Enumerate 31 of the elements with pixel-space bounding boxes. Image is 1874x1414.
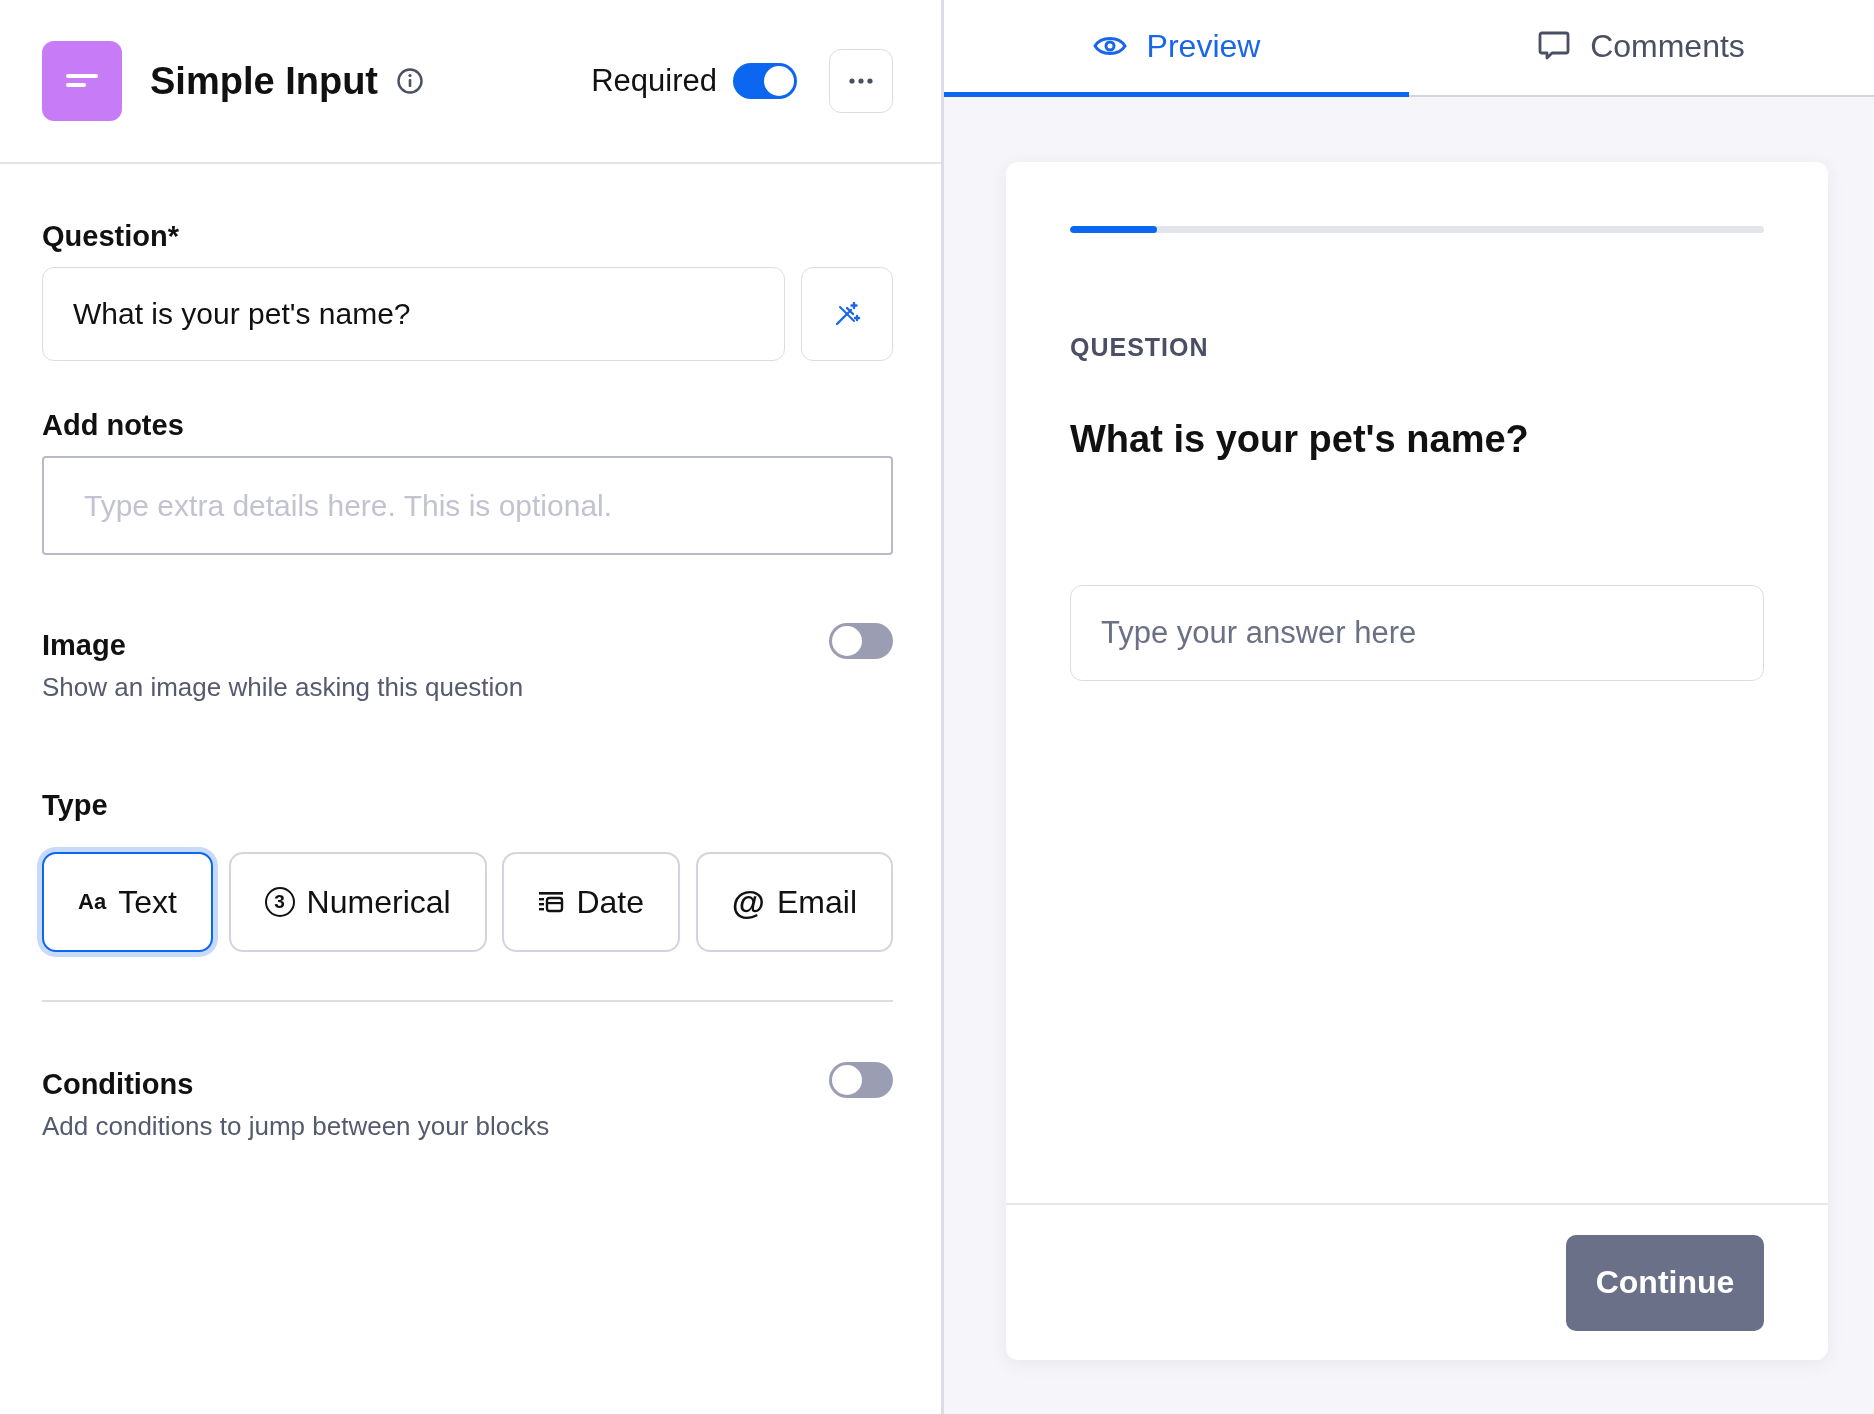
- answer-field[interactable]: Type your answer here: [1070, 585, 1764, 681]
- continue-button[interactable]: Continue: [1566, 1234, 1764, 1331]
- tab[interactable]: Comments: [1409, 0, 1874, 97]
- comment-icon: [1538, 31, 1571, 61]
- type-label: Type: [42, 789, 109, 822]
- conditions-toggle[interactable]: [829, 1062, 893, 1098]
- conditions-label: Conditions: [42, 1068, 195, 1101]
- block-type-icon: [42, 41, 122, 121]
- info-icon[interactable]: [396, 67, 424, 95]
- notes-field[interactable]: Type extra details here. This is optional.: [42, 456, 893, 555]
- type-option[interactable]: 3 Numerical: [228, 852, 487, 952]
- image-label: Image: [42, 629, 127, 662]
- required-toggle[interactable]: [733, 63, 797, 99]
- eye-icon: [1092, 34, 1127, 58]
- image-description: Show an image while asking this question: [42, 672, 524, 703]
- magic-wand-button[interactable]: [801, 267, 893, 361]
- type-option[interactable]: Date: [502, 852, 681, 952]
- question-eyebrow: QUESTION: [1070, 333, 1210, 362]
- block-title: Simple Input: [150, 59, 378, 103]
- tab[interactable]: Preview: [944, 0, 1409, 97]
- preview-question: What is your pet's name?: [1070, 418, 1530, 461]
- notes-label: Add notes: [42, 409, 185, 442]
- question-label: Question*: [42, 220, 180, 253]
- required-label: Required: [591, 63, 717, 99]
- conditions-description: Add conditions to jump between your blocks: [42, 1111, 550, 1142]
- calendar-list-icon: [538, 890, 565, 914]
- more-button[interactable]: [829, 49, 893, 113]
- image-toggle[interactable]: [829, 623, 893, 659]
- more-icon: [849, 78, 873, 84]
- question-field[interactable]: What is your pet's name?: [42, 267, 785, 361]
- type-option[interactable]: @ Email: [695, 852, 893, 952]
